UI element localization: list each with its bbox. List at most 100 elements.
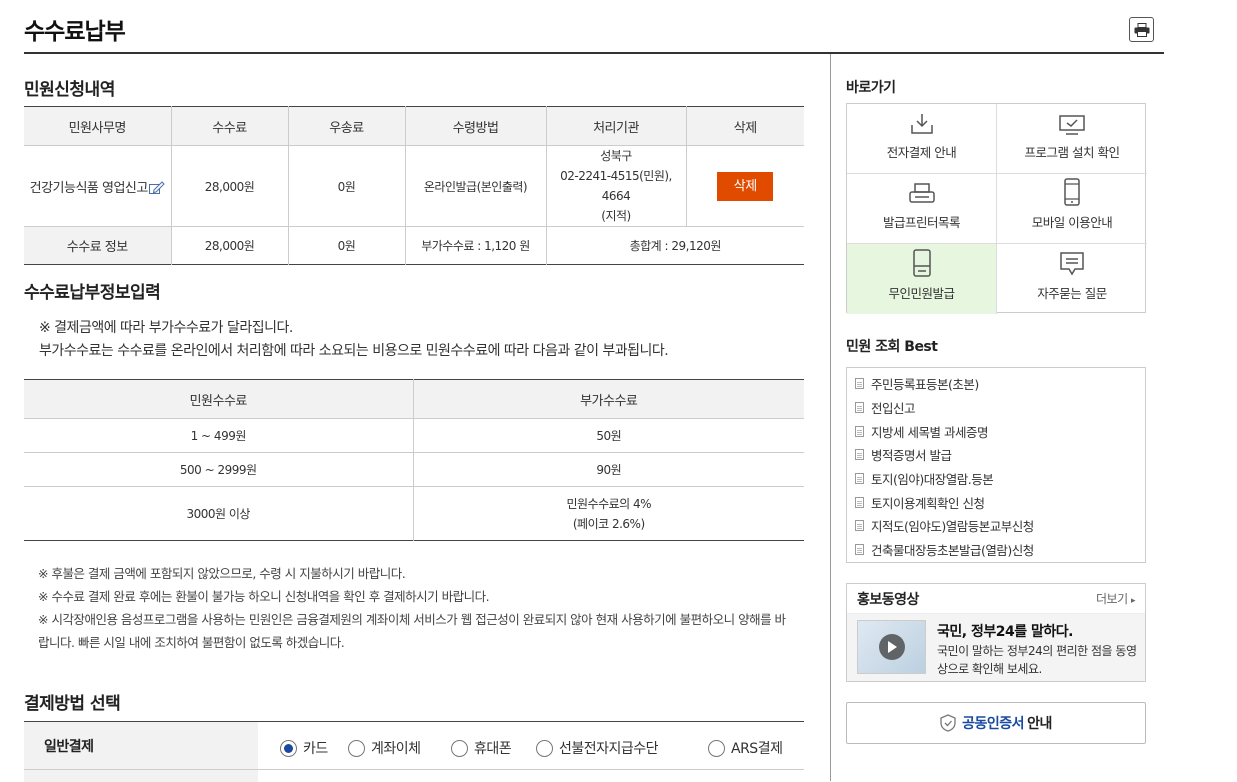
quick-link-label: 전자결제 안내 bbox=[886, 145, 957, 160]
radio-circle[interactable] bbox=[348, 739, 365, 757]
quick-link-printers[interactable]: 발급프린터목록 bbox=[847, 174, 997, 244]
extra-fee-cell: 민원수수료의 4% (페이코 2.6%) bbox=[413, 487, 804, 541]
shield-icon bbox=[940, 714, 956, 732]
col-header: 수수료 bbox=[171, 106, 289, 146]
quick-link-kiosk[interactable]: 무인민원발급 bbox=[847, 244, 997, 314]
radio-circle[interactable] bbox=[708, 739, 725, 757]
monitor-check-icon bbox=[1059, 115, 1085, 135]
fee-range-cell: 500 ~ 2999원 bbox=[24, 452, 414, 487]
certificate-guide-button[interactable]: 공동인증서 안내 bbox=[846, 702, 1146, 744]
fee-info-row: 수수료 정보 28,000원 0원 부가수수료 : 1,120 원 총합계 : … bbox=[24, 226, 804, 265]
col-header: 수령방법 bbox=[405, 106, 547, 146]
best-item-label: 토지이용계획확인 신청 bbox=[871, 495, 985, 511]
radio-label: ARS결제 bbox=[731, 741, 783, 757]
radio-circle[interactable] bbox=[451, 739, 468, 757]
payment-label-cell bbox=[24, 770, 258, 782]
quick-link-label: 발급프린터목록 bbox=[882, 215, 961, 230]
document-icon bbox=[855, 378, 864, 390]
edit-icon[interactable] bbox=[148, 181, 165, 195]
quick-links-grid: 전자결제 안내 프로그램 설치 확인 발급프린터목록 모바일 이용안내 무인민원… bbox=[846, 103, 1147, 314]
promo-video-title: 홍보동영상 bbox=[857, 591, 919, 608]
document-icon bbox=[855, 473, 864, 485]
printer-icon bbox=[1134, 22, 1149, 37]
best-item-label: 토지(임야)대장열람.등본 bbox=[871, 472, 994, 488]
promo-video-box: 홍보동영상 더보기 ▸ 국민, 정부24를 말하다. 국민이 말하는 정부24의… bbox=[846, 583, 1146, 682]
fee-range-cell: 1 ~ 499원 bbox=[24, 418, 414, 453]
radio-phone[interactable]: 휴대폰 bbox=[451, 738, 512, 758]
radio-label: 휴대폰 bbox=[474, 741, 512, 757]
extra-fee-table: 민원수수료 부가수수료 1 ~ 499원 50원 500 ~ 2999원 90원… bbox=[24, 379, 804, 541]
general-payment-label: 일반결제 bbox=[24, 722, 258, 769]
best-item-label: 지적도(임야도)열람등본교부신청 bbox=[871, 519, 1034, 535]
extra-fee-cell: 90원 bbox=[413, 452, 804, 487]
title-divider bbox=[24, 52, 1164, 54]
document-icon bbox=[855, 520, 864, 532]
notice-line: 부가수수료는 수수료를 온라인에서 처리함에 따라 소요되는 비용으로 민원수수… bbox=[39, 343, 669, 359]
video-thumbnail[interactable] bbox=[857, 620, 926, 674]
quick-link-faq[interactable]: 자주묻는 질문 bbox=[997, 244, 1147, 314]
quick-link-label: 프로그램 설치 확인 bbox=[1024, 145, 1120, 160]
best-item-label: 전입신고 bbox=[871, 401, 916, 417]
delete-button[interactable]: 삭제 bbox=[717, 171, 774, 201]
note-line: ※ 수수료 결제 완료 후에는 환불이 불가능 하오니 신청내역을 확인 후 결… bbox=[38, 589, 490, 604]
radio-circle[interactable] bbox=[280, 739, 297, 757]
best-item-label: 지방세 세목별 과세증명 bbox=[871, 424, 988, 440]
payinfo-section-title: 수수료납부정보입력 bbox=[24, 283, 161, 303]
best-item-label: 병적증명서 발급 bbox=[871, 448, 952, 464]
best-list-item[interactable]: 토지(임야)대장열람.등본 bbox=[855, 467, 1145, 491]
col-header: 처리기관 bbox=[546, 106, 687, 146]
best-list-item[interactable]: 병적증명서 발급 bbox=[855, 443, 1145, 467]
fee-range-cell: 3000원 이상 bbox=[24, 486, 414, 541]
agency-line: 02-2241-4515(민원), 4664 bbox=[560, 169, 672, 203]
best-list-item[interactable]: 건축물대장등초본발급(열람)신청 bbox=[855, 538, 1145, 562]
table-row: 500 ~ 2999원 90원 bbox=[24, 452, 804, 487]
mobile-icon bbox=[1064, 178, 1080, 206]
video-headline[interactable]: 국민, 정부24를 말하다. bbox=[937, 621, 1073, 641]
apply-table: 민원사무명 수수료 우송료 수령방법 처리기관 삭제 건강기능식품 영업신고 2… bbox=[24, 106, 804, 265]
radio-ars[interactable]: ARS결제 bbox=[708, 738, 783, 758]
table-row: 3000원 이상 민원수수료의 4% (페이코 2.6%) bbox=[24, 486, 804, 541]
quick-link-epayment[interactable]: 전자결제 안내 bbox=[847, 104, 997, 174]
document-icon bbox=[855, 425, 864, 437]
quick-link-mobile[interactable]: 모바일 이용안내 bbox=[997, 174, 1147, 244]
best-list-item[interactable]: 지방세 세목별 과세증명 bbox=[855, 419, 1145, 443]
certificate-label: 안내 bbox=[1027, 716, 1052, 732]
payment-section-title: 결제방법 선택 bbox=[24, 694, 121, 714]
fee-info-fee: 28,000원 bbox=[171, 226, 289, 265]
extra-fee-line: (페이코 2.6%) bbox=[572, 516, 645, 531]
best-list-item[interactable]: 지적도(임야도)열람등본교부신청 bbox=[855, 514, 1145, 538]
sidebar-divider bbox=[830, 54, 831, 781]
chevron-right-icon: ▸ bbox=[1130, 596, 1136, 606]
document-icon bbox=[855, 449, 864, 461]
best-list: 주민등록표등본(초본) 전입신고 지방세 세목별 과세증명 병적증명서 발급 토… bbox=[846, 367, 1146, 563]
fee-cell: 28,000원 bbox=[171, 145, 289, 227]
radio-prepaid[interactable]: 선불전자지급수단 bbox=[536, 738, 659, 758]
fee-info-label: 수수료 정보 bbox=[24, 226, 172, 265]
table-row: 건강기능식품 영업신고 28,000원 0원 온라인발급(본인출력) 성북구 0… bbox=[24, 145, 804, 227]
agency-line: (지적) bbox=[601, 209, 631, 223]
best-list-item[interactable]: 토지이용계획확인 신청 bbox=[855, 490, 1145, 514]
method-cell: 온라인발급(본인출력) bbox=[405, 145, 547, 227]
col-header: 민원수수료 bbox=[24, 379, 414, 419]
promo-video-body: 국민, 정부24를 말하다. 국민이 말하는 정부24의 편리한 점을 동영상으… bbox=[847, 614, 1145, 681]
more-link[interactable]: 더보기 ▸ bbox=[1096, 590, 1135, 607]
agency-line: 성북구 bbox=[600, 149, 632, 163]
apply-section-title: 민원신청내역 bbox=[24, 80, 115, 100]
promo-video-header: 홍보동영상 더보기 ▸ bbox=[847, 584, 1145, 614]
note-line: ※ 시각장애인용 음성프로그램을 사용하는 민원인은 금융결제원의 계좌이체 서… bbox=[38, 612, 786, 650]
notice-line: ※ 결제금액에 따라 부가수수료가 달라집니다. bbox=[39, 320, 293, 336]
radio-transfer[interactable]: 계좌이체 bbox=[348, 738, 421, 758]
radio-label: 선불전자지급수단 bbox=[559, 741, 659, 757]
quick-link-program-check[interactable]: 프로그램 설치 확인 bbox=[997, 104, 1147, 174]
best-list-item[interactable]: 전입신고 bbox=[855, 396, 1145, 420]
play-icon[interactable] bbox=[878, 634, 905, 660]
extra-fee-line: 민원수수료의 4% bbox=[566, 496, 652, 511]
best-list-item[interactable]: 주민등록표등본(초본) bbox=[855, 372, 1145, 396]
col-header: 민원사무명 bbox=[24, 106, 172, 146]
col-header: 삭제 bbox=[686, 106, 804, 146]
col-header: 우송료 bbox=[288, 106, 406, 146]
print-button[interactable] bbox=[1129, 17, 1154, 42]
radio-circle[interactable] bbox=[536, 739, 553, 757]
radio-card[interactable]: 카드 bbox=[280, 738, 328, 758]
payment-table: 일반결제 카드 계좌이체 휴대폰 선불전자지급수단 ARS결제 bbox=[24, 721, 804, 782]
